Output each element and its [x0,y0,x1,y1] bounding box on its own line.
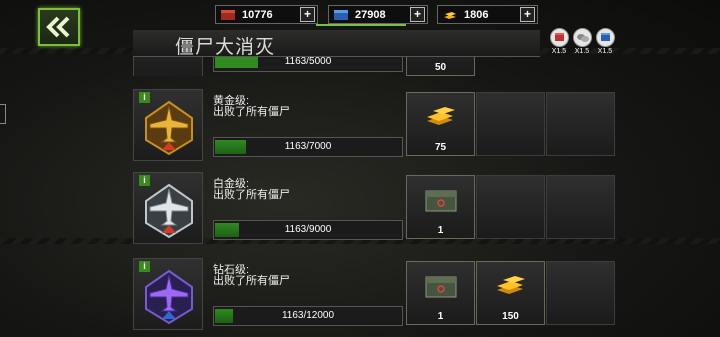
add-supply-button[interactable]: + [300,7,315,22]
gold-bars-icon [442,9,458,21]
red-crate-boost-icon [549,28,569,47]
requirement-text: 出败了所有僵尸 [213,189,290,201]
reward-slot[interactable]: 1 [406,175,475,239]
reward-quantity: 1 [437,225,444,236]
gold-bars-icon [427,107,455,125]
double-chevron-left-icon [46,16,70,38]
reward-slot[interactable]: 75 [406,92,475,156]
blue-crate-boost-icon [595,28,615,47]
add-gold-button[interactable]: + [520,7,535,22]
blue-crate-icon [333,9,349,21]
badge-background: i [133,89,203,161]
badge-background: i [133,172,203,244]
reward-slot-empty [546,92,615,156]
resource-blue: 27908 + [328,5,428,24]
requirement-text: 出败了所有僵尸 [213,275,290,287]
reward-quantity: 75 [434,142,447,153]
white-bars-boost-icon [572,28,592,47]
progress-bar: 1163/12000 [213,306,403,326]
boost-multiplier: X1.5 [574,48,590,55]
reward-slot-empty [546,261,615,325]
resource-value: 1806 [464,8,489,21]
progress-bar: 1163/9000 [213,220,403,240]
resource-gold: 1806 + [437,5,538,24]
achievement-list: i 黄金级: 出败了所有僵尸 1163/7000 75 i 白金级: 出败了所有… [133,56,720,337]
resource-value: 27908 [355,8,386,21]
boost-item[interactable]: X1.5 [572,28,592,55]
platinum-medal-icon [145,183,193,239]
badge-background: i [133,258,203,330]
reward-slot-empty [546,175,615,239]
achievement-row-platinum: i 白金级: 出败了所有僵尸 1163/9000 1 [133,172,720,244]
supply-case-icon [425,190,457,212]
page-title-bar: 僵尸大消灭 [133,30,540,58]
reward-quantity: 1 [437,311,444,322]
side-edge-tab[interactable] [0,104,6,124]
progress-text: 1163/9000 [284,224,332,235]
reward-quantity: 150 [502,311,519,322]
boost-item[interactable]: X1.5 [595,28,615,55]
progress-text: 1163/12000 [281,310,335,321]
progress-text: 1163/7000 [284,141,332,152]
reward-slot-empty [476,92,545,156]
page-title: 僵尸大消灭 [175,37,276,58]
supply-crate-icon [220,9,236,21]
reward-slot[interactable]: 1 [406,261,475,325]
boost-multiplier: X1.5 [551,48,567,55]
achievement-row-gold: i 黄金级: 出败了所有僵尸 1163/7000 75 [133,89,720,161]
add-blue-button[interactable]: + [410,7,425,22]
resource-value: 10776 [242,8,273,21]
achievement-row-diamond: i 钻石级: 出败了所有僵尸 1163/12000 1 150 [133,258,720,330]
reward-slot[interactable]: 150 [476,261,545,325]
gold-bars-icon [497,276,525,294]
reward-slot-empty [476,175,545,239]
back-button[interactable] [38,8,80,46]
diamond-medal-icon [145,269,193,325]
resource-supply: 10776 + [215,5,318,24]
supply-case-icon [425,276,457,298]
requirement-text: 出败了所有僵尸 [213,106,290,118]
boost-multiplier: X1.5 [597,48,613,55]
boost-item[interactable]: X1.5 [549,28,569,55]
resource-underline [316,24,406,26]
progress-bar: 1163/7000 [213,137,403,157]
gold-medal-icon [145,100,193,156]
